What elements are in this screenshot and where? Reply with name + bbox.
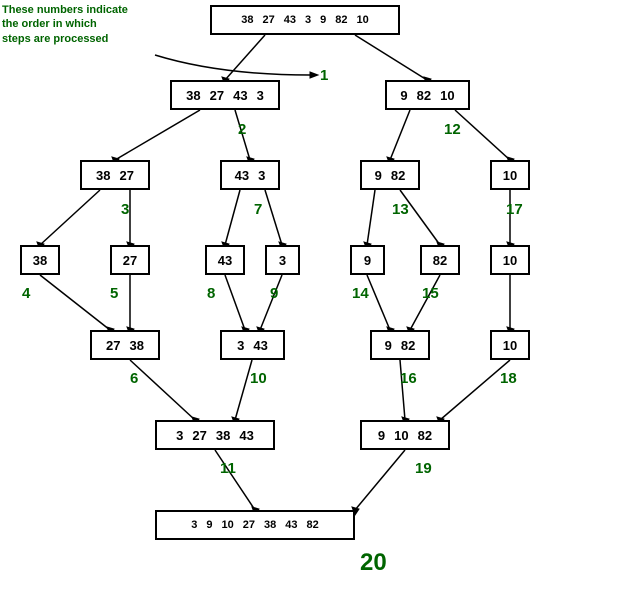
step-3: 3 bbox=[121, 201, 129, 218]
node-n17: 10 bbox=[490, 160, 530, 190]
step-18: 18 bbox=[500, 370, 517, 387]
step-19: 19 bbox=[415, 460, 432, 477]
node-n18_top: 10 bbox=[490, 245, 530, 275]
node-n13: 982 bbox=[360, 160, 420, 190]
node-n4: 38 bbox=[20, 245, 60, 275]
node-n3: 3827 bbox=[80, 160, 150, 190]
step-4: 4 bbox=[22, 285, 30, 302]
node-n7: 433 bbox=[220, 160, 280, 190]
step-14: 14 bbox=[352, 285, 369, 302]
step-8: 8 bbox=[207, 285, 215, 302]
step-11: 11 bbox=[220, 460, 236, 477]
step-5: 5 bbox=[110, 285, 118, 302]
step-6: 6 bbox=[130, 370, 138, 387]
arrows-svg bbox=[0, 0, 618, 595]
node-n9: 3 bbox=[265, 245, 300, 275]
node-n11: 3273843 bbox=[155, 420, 275, 450]
node-n20: 391027384382 bbox=[155, 510, 355, 540]
step-12: 12 bbox=[444, 121, 461, 138]
node-n15: 82 bbox=[420, 245, 460, 275]
node-n12: 98210 bbox=[385, 80, 470, 110]
step-15: 15 bbox=[422, 285, 439, 302]
node-n5: 27 bbox=[110, 245, 150, 275]
node-n18: 10 bbox=[490, 330, 530, 360]
node-n6: 2738 bbox=[90, 330, 160, 360]
node-n14: 9 bbox=[350, 245, 385, 275]
node-n19: 91082 bbox=[360, 420, 450, 450]
step-20: 20 bbox=[360, 549, 387, 577]
step-7: 7 bbox=[254, 201, 262, 218]
step-17: 17 bbox=[506, 201, 523, 218]
node-n8: 43 bbox=[205, 245, 245, 275]
node-n10: 343 bbox=[220, 330, 285, 360]
step-10: 10 bbox=[250, 370, 267, 387]
node-n1: 382743398210 bbox=[210, 5, 400, 35]
step-16: 16 bbox=[400, 370, 417, 387]
annotation-text: These numbers indicatethe order in which… bbox=[2, 3, 128, 46]
node-n16: 982 bbox=[370, 330, 430, 360]
node-n2: 3827433 bbox=[170, 80, 280, 110]
step-13: 13 bbox=[392, 201, 409, 218]
step-9: 9 bbox=[270, 285, 278, 302]
step-1: 1 bbox=[320, 67, 328, 84]
step-2: 2 bbox=[238, 121, 246, 138]
